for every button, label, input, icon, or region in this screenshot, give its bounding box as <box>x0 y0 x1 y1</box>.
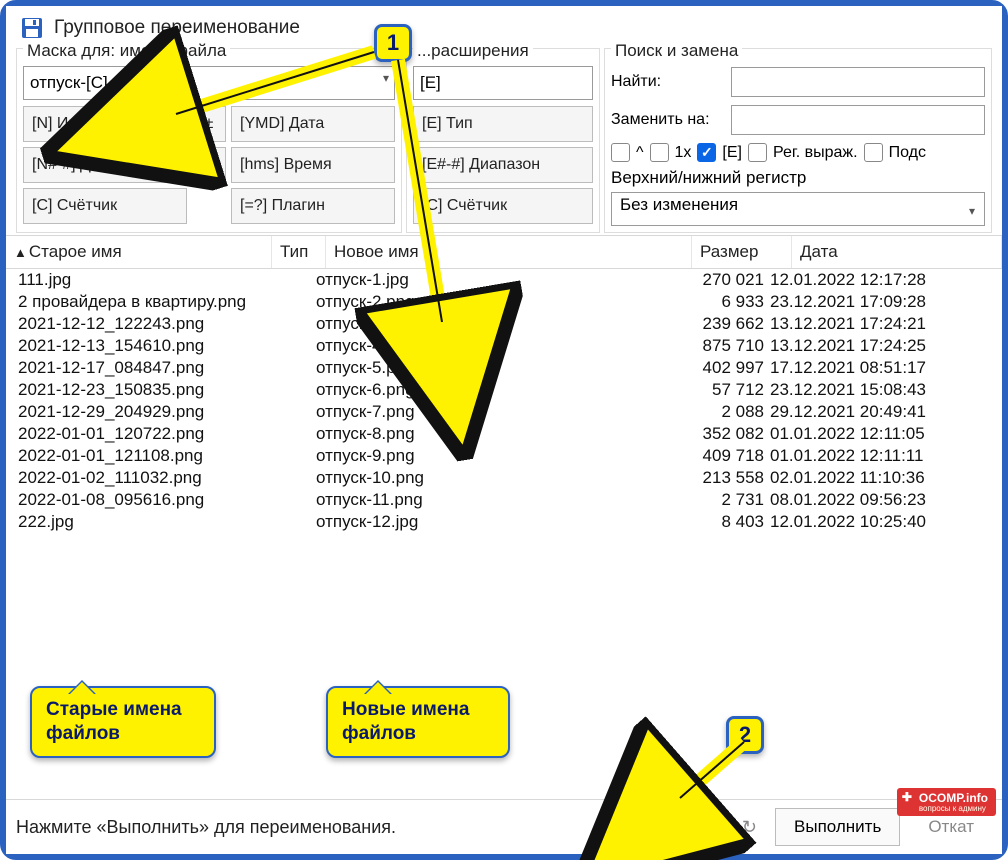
search-legend: Поиск и замена <box>611 41 742 61</box>
cell-new: отпуск-1.jpg <box>316 270 668 290</box>
cell-size: 402 997 <box>668 358 764 378</box>
cell-size: 213 558 <box>668 468 764 488</box>
btn-c-counter[interactable]: [C] Счётчик <box>23 188 187 224</box>
cell-new: отпуск-8.png <box>316 424 668 444</box>
cell-date: 12.01.2022 10:25:40 <box>764 512 978 532</box>
save-icon <box>20 16 44 40</box>
cell-new: отпуск-2.png <box>316 292 668 312</box>
cell-size: 6 933 <box>668 292 764 312</box>
find-input[interactable] <box>731 67 985 97</box>
cell-size: 409 718 <box>668 446 764 466</box>
replace-input[interactable] <box>731 105 985 135</box>
cell-date: 13.12.2021 17:24:25 <box>764 336 978 356</box>
case-label: Верхний/нижний регистр <box>611 168 985 188</box>
watermark: OCOMP.info вопросы к админу <box>897 788 996 816</box>
table-row[interactable]: 2021-12-17_084847.pngотпуск-5.png402 997… <box>6 357 1002 379</box>
cell-old: 2021-12-13_154610.png <box>14 336 316 356</box>
cell-old: 2022-01-01_121108.png <box>14 446 316 466</box>
cell-date: 01.01.2022 12:11:11 <box>764 446 978 466</box>
status-bar: Нажмите «Выполнить» для переименования. … <box>6 799 1002 854</box>
cell-old: 111.jpg <box>14 270 316 290</box>
cell-old: 2021-12-17_084847.png <box>14 358 316 378</box>
table-row[interactable]: 2022-01-02_111032.pngотпуск-10.png213 55… <box>6 467 1002 489</box>
table-row[interactable]: 2021-12-23_150835.pngотпуск-6.png57 7122… <box>6 379 1002 401</box>
cell-new: отпуск-9.png <box>316 446 668 466</box>
header-old-name[interactable]: ▲Старое имя <box>6 236 272 268</box>
chevron-down-icon[interactable]: ▾ <box>969 204 975 218</box>
callout-old-names: Старые имена файлов <box>30 686 216 758</box>
table-row[interactable]: 2021-12-13_154610.pngотпуск-4.png875 710… <box>6 335 1002 357</box>
reload-icon[interactable]: ↻ <box>734 813 765 842</box>
cell-old: 2021-12-12_122243.png <box>14 314 316 334</box>
cell-new: отпуск-10.png <box>316 468 668 488</box>
cell-old: 2022-01-08_095616.png <box>14 490 316 510</box>
chk-caret[interactable] <box>611 143 630 162</box>
table-row[interactable]: 2021-12-29_204929.pngотпуск-7.png2 08829… <box>6 401 1002 423</box>
table-row[interactable]: 2 провайдера в квартиру.pngотпуск-2.png6… <box>6 291 1002 313</box>
cell-new: отпуск-7.png <box>316 402 668 422</box>
callout-new-names: Новые имена файлов <box>326 686 510 758</box>
titlebar: Групповое переименование <box>6 6 1002 46</box>
cell-size: 2 088 <box>668 402 764 422</box>
cell-date: 02.01.2022 11:10:36 <box>764 468 978 488</box>
cell-old: 2021-12-29_204929.png <box>14 402 316 422</box>
status-message: Нажмите «Выполнить» для переименования. <box>16 817 724 838</box>
arrow-icon <box>386 56 466 336</box>
cell-date: 08.01.2022 09:56:23 <box>764 490 978 510</box>
chk-1x[interactable] <box>650 143 669 162</box>
header-type[interactable]: Тип <box>272 236 326 268</box>
btn-hash[interactable]: # <box>192 147 226 183</box>
cell-old: 2022-01-01_120722.png <box>14 424 316 444</box>
btn-hms-time[interactable]: [hms] Время <box>231 147 395 183</box>
sort-asc-icon: ▲ <box>14 245 27 260</box>
header-date[interactable]: Дата <box>792 236 1002 268</box>
table-row[interactable]: 2021-12-12_122243.pngотпуск-3.png239 662… <box>6 313 1002 335</box>
arrow-icon <box>666 736 766 816</box>
cell-new: отпуск-5.png <box>316 358 668 378</box>
header-new-name[interactable]: Новое имя <box>326 236 692 268</box>
table-row[interactable]: 2022-01-01_120722.pngотпуск-8.png352 082… <box>6 423 1002 445</box>
find-label: Найти: <box>611 73 723 91</box>
cell-date: 12.01.2022 12:17:28 <box>764 270 978 290</box>
table-row[interactable]: 222.jpgотпуск-12.jpg8 40312.01.2022 10:2… <box>6 511 1002 533</box>
cell-size: 875 710 <box>668 336 764 356</box>
cell-date: 13.12.2021 17:24:21 <box>764 314 978 334</box>
cell-size: 57 712 <box>668 380 764 400</box>
cell-date: 17.12.2021 08:51:17 <box>764 358 978 378</box>
chk-e[interactable]: ✓ <box>697 143 716 162</box>
cell-size: 8 403 <box>668 512 764 532</box>
case-select[interactable]: Без изменения <box>611 192 985 226</box>
cell-date: 29.12.2021 20:49:41 <box>764 402 978 422</box>
arrow-icon <box>156 42 386 132</box>
cell-size: 239 662 <box>668 314 764 334</box>
header-size[interactable]: Размер <box>692 236 792 268</box>
cell-size: 352 082 <box>668 424 764 444</box>
table-row[interactable]: 2022-01-08_095616.pngотпуск-11.png2 7310… <box>6 489 1002 511</box>
cell-date: 01.01.2022 12:11:05 <box>764 424 978 444</box>
cell-new: отпуск-12.jpg <box>316 512 668 532</box>
cell-old: 2022-01-02_111032.png <box>14 468 316 488</box>
cell-old: 222.jpg <box>14 512 316 532</box>
cell-new: отпуск-6.png <box>316 380 668 400</box>
cell-size: 2 731 <box>668 490 764 510</box>
cell-size: 270 021 <box>668 270 764 290</box>
cell-old: 2021-12-23_150835.png <box>14 380 316 400</box>
replace-label: Заменить на: <box>611 111 723 129</box>
btn-n-range[interactable]: [N#-#] Диапазон <box>23 147 187 183</box>
chk-regex[interactable] <box>748 143 767 162</box>
table-row[interactable]: 2022-01-01_121108.pngотпуск-9.png409 718… <box>6 445 1002 467</box>
cell-old: 2 провайдера в квартиру.png <box>14 292 316 312</box>
window-title: Групповое переименование <box>54 17 300 39</box>
search-replace-group: Поиск и замена Найти: Заменить на: ^ 1x … <box>604 48 992 233</box>
cell-date: 23.12.2021 17:09:28 <box>764 292 978 312</box>
table-header: ▲Старое имя Тип Новое имя Размер Дата <box>6 235 1002 269</box>
cell-date: 23.12.2021 15:08:43 <box>764 380 978 400</box>
run-button[interactable]: Выполнить <box>775 808 900 846</box>
btn-plugin[interactable]: [=?] Плагин <box>231 188 395 224</box>
cell-new: отпуск-4.png <box>316 336 668 356</box>
cell-new: отпуск-11.png <box>316 490 668 510</box>
cell-new: отпуск-3.png <box>316 314 668 334</box>
table-row[interactable]: 111.jpgотпуск-1.jpg270 02112.01.2022 12:… <box>6 269 1002 291</box>
chk-subst[interactable] <box>864 143 883 162</box>
